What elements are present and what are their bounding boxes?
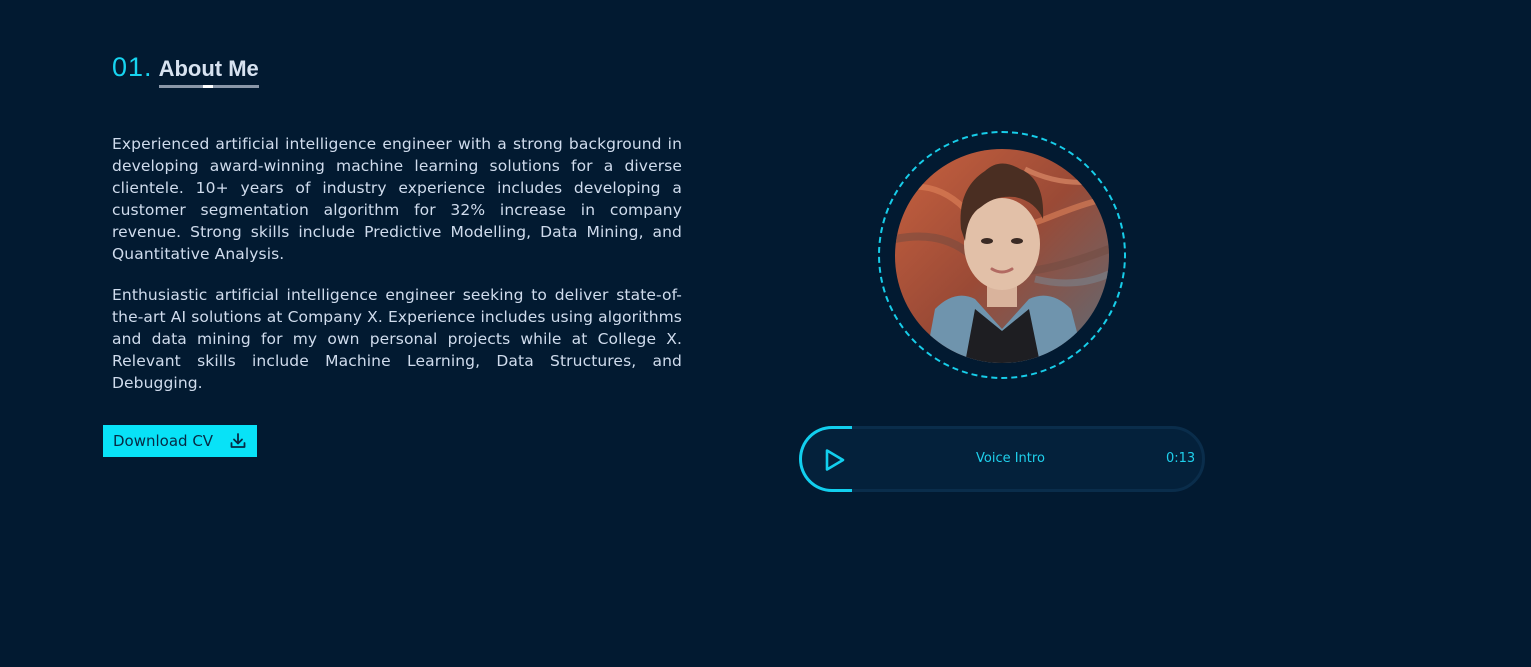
bio-paragraph-2: Enthusiastic artificial intelligence eng… bbox=[112, 286, 682, 392]
download-cv-label: Download CV bbox=[113, 432, 214, 450]
download-cv-button[interactable]: Download CV bbox=[103, 425, 257, 457]
section-number-dot: . bbox=[144, 52, 152, 82]
voice-intro-label: Voice Intro bbox=[976, 451, 1045, 466]
title-underline-accent bbox=[202, 85, 213, 88]
bio-paragraph-1: Experienced artificial intelligence engi… bbox=[112, 135, 682, 263]
avatar bbox=[895, 149, 1109, 363]
about-section: 01 . About Me Experienced artificial int… bbox=[0, 0, 1531, 667]
section-title-wrap: About Me bbox=[158, 56, 259, 88]
section-title: About Me bbox=[158, 56, 259, 81]
download-icon bbox=[230, 433, 246, 448]
bio-text: Experienced artificial intelligence engi… bbox=[112, 133, 682, 413]
portrait-photo bbox=[895, 149, 1109, 363]
section-number: 01 bbox=[112, 52, 145, 82]
section-heading: 01 . About Me bbox=[112, 52, 259, 88]
voice-intro-duration: 0:13 bbox=[1166, 451, 1196, 466]
play-icon[interactable] bbox=[820, 446, 848, 474]
